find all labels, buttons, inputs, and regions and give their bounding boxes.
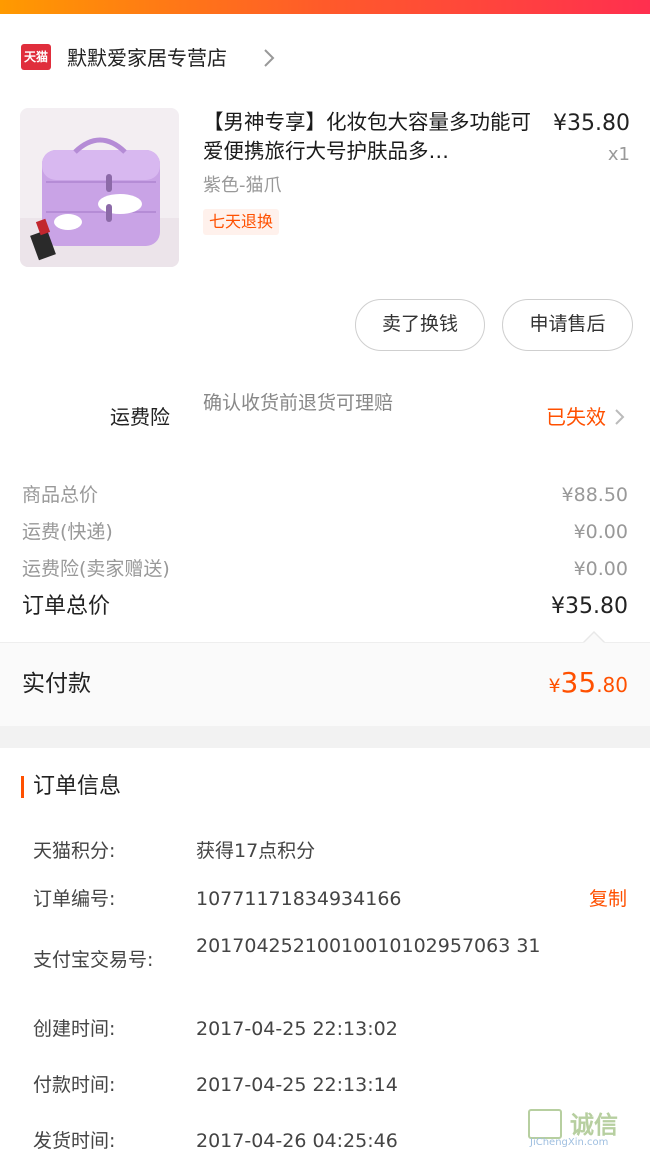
info-value: 2017-04-25 22:13:02 (196, 1018, 398, 1040)
paid-currency: ¥ (548, 675, 561, 697)
info-value: 获得17点积分 (196, 840, 316, 862)
info-value: 10771171834934166 (196, 888, 402, 910)
fee-row-shipping: 运费(快递) ¥0.00 (22, 517, 628, 547)
fee-row-shipping-insurance: 运费险(卖家赠送) ¥0.00 (22, 554, 628, 584)
fee-label: 运费险(卖家赠送) (22, 558, 170, 580)
info-row-points: 天猫积分: 获得17点积分 (33, 837, 633, 867)
seven-day-return-badge: 七天退换 (203, 209, 280, 235)
paid-decimal: .80 (596, 673, 628, 697)
site-watermark: 诚信 JiChengXin.com (528, 1109, 646, 1151)
fee-label: 运费(快递) (22, 521, 113, 543)
watermark-text: 诚信 (570, 1111, 618, 1139)
shipping-insurance-status: 已失效 (546, 405, 606, 429)
paid-amount-value: ¥35.80 (548, 663, 628, 707)
info-value: 2017-04-26 04:25:46 (196, 1130, 398, 1152)
paid-amount-label: 实付款 (22, 671, 91, 697)
paid-integer: 35 (560, 666, 597, 699)
info-label: 天猫积分: (33, 840, 116, 862)
watermark-subtext: JiChengXin.com (530, 1137, 609, 1148)
info-label: 发货时间: (33, 1130, 116, 1152)
fee-row-goods-total: 商品总价 ¥88.50 (22, 480, 628, 510)
info-value: 2017-04-25 22:13:14 (196, 1074, 398, 1096)
info-label: 订单编号: (33, 888, 116, 910)
chevron-right-icon (615, 409, 625, 425)
product-quantity: x1 (607, 144, 630, 165)
fee-label: 商品总价 (22, 484, 99, 506)
paid-caret-fill (584, 633, 604, 643)
shop-name[interactable]: 默默爱家居专营店 (67, 44, 227, 72)
product-price: ¥35.80 (553, 111, 630, 136)
info-label: 付款时间: (33, 1074, 116, 1096)
product-title[interactable]: 【男神专享】化妆包大容量多功能可爱便携旅行大号护肤品多… (203, 108, 535, 166)
order-info-title: 订单信息 (33, 774, 122, 799)
sell-for-cash-button[interactable]: 卖了换钱 (355, 299, 485, 351)
section-accent-bar (21, 776, 24, 798)
info-row-alipay-number: 支付宝交易号: 20170425210010010102957063 31 (33, 934, 633, 984)
section-divider (0, 726, 650, 748)
info-row-order-number: 订单编号: 10771171834934166 复制 (33, 885, 633, 915)
watermark-logo-icon (528, 1109, 562, 1139)
info-label: 创建时间: (33, 1018, 116, 1040)
top-status-gradient-bar (0, 0, 650, 14)
info-label: 支付宝交易号: (33, 949, 154, 971)
paid-amount-box: 实付款 ¥35.80 (0, 642, 650, 726)
apply-aftersale-button[interactable]: 申请售后 (502, 299, 633, 351)
fee-value: ¥88.50 (561, 484, 628, 506)
chevron-right-icon (264, 49, 275, 67)
shipping-insurance-description: 确认收货前退货可理赔 (203, 392, 394, 414)
product-image[interactable] (20, 108, 179, 267)
info-row-created-time: 创建时间: 2017-04-25 22:13:02 (33, 1015, 633, 1045)
shipping-insurance-label: 运费险 (110, 405, 170, 429)
product-sku: 紫色-猫爪 (203, 175, 282, 196)
shop-header[interactable]: 天猫 默默爱家居专营店 (0, 30, 650, 86)
fee-value: ¥0.00 (573, 521, 628, 543)
order-total-label: 订单总价 (22, 594, 111, 619)
order-total-value: ¥35.80 (551, 594, 628, 619)
fee-value: ¥0.00 (573, 558, 628, 580)
info-row-paid-time: 付款时间: 2017-04-25 22:13:14 (33, 1071, 633, 1101)
copy-order-number-button[interactable]: 复制 (589, 885, 627, 913)
info-value: 20170425210010010102957063 31 (196, 935, 541, 957)
tmall-logo-icon: 天猫 (21, 44, 51, 70)
